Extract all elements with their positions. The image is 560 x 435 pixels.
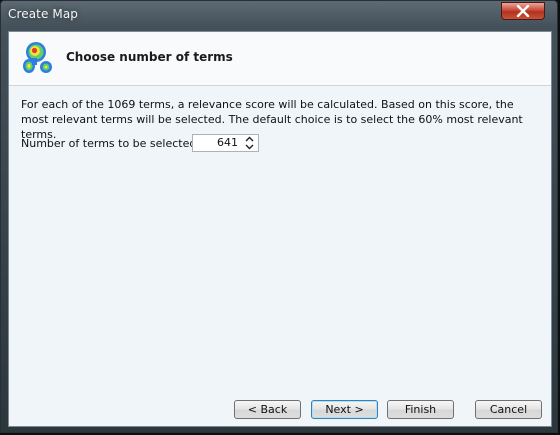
close-icon [516,5,530,17]
cancel-button[interactable]: Cancel [475,400,542,419]
page-heading: Choose number of terms [66,50,233,64]
dialog-content: Choose number of terms For each of the 1… [8,31,552,427]
create-map-window: Create Map Choose number of terms For ea… [0,0,558,433]
wizard-header: Choose number of terms [9,32,551,86]
vosviewer-density-logo-icon [23,42,52,73]
terms-count-label: Number of terms to be selected: [21,137,201,150]
back-button[interactable]: < Back [234,400,301,419]
terms-count-spinner[interactable]: 641 [192,134,259,152]
chevron-up-icon [245,136,253,142]
description-text: For each of the 1069 terms, a relevance … [21,98,523,141]
next-button[interactable]: Next > [311,400,378,419]
window-title: Create Map [8,7,79,21]
terms-count-value[interactable]: 641 [217,136,238,149]
close-button[interactable] [501,2,545,20]
chevron-down-icon [245,144,253,150]
title-bar[interactable]: Create Map [1,1,559,29]
spinner-up-button[interactable] [242,135,256,143]
spinner-down-button[interactable] [242,143,256,151]
finish-button[interactable]: Finish [387,400,454,419]
